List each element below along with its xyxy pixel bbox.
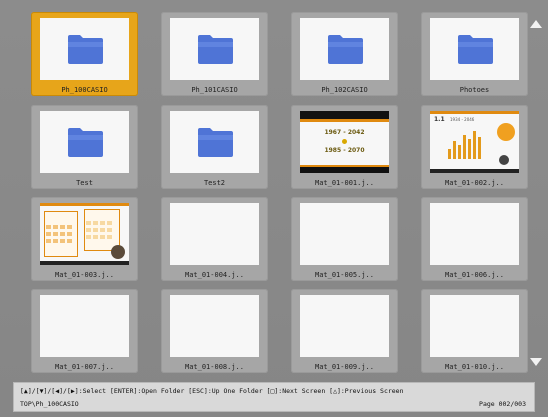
folder-tile[interactable]: Test2 bbox=[161, 105, 268, 189]
slide-graphic bbox=[111, 245, 125, 259]
slide-dot bbox=[342, 139, 347, 144]
thumbnail bbox=[170, 18, 259, 80]
thumbnail bbox=[170, 203, 259, 265]
slide-text: 1985 - 2070 bbox=[324, 147, 365, 154]
folder-tile[interactable]: Photoes bbox=[421, 12, 528, 96]
tile-label: Photoes bbox=[459, 86, 490, 94]
tile-label: Mat_01-006.j.. bbox=[444, 271, 504, 279]
file-tile[interactable]: Mat_01-004.j.. bbox=[161, 197, 268, 281]
file-tile[interactable]: Mat_01-009.j.. bbox=[291, 289, 398, 373]
scroll-down-icon[interactable] bbox=[530, 358, 542, 366]
file-tile[interactable]: Mat_01-007.j.. bbox=[31, 289, 138, 373]
thumbnail bbox=[40, 18, 129, 80]
folder-tile[interactable]: Ph_100CASIO bbox=[31, 12, 138, 96]
tile-label: Mat_01-005.j.. bbox=[314, 271, 374, 279]
thumbnail bbox=[430, 295, 519, 357]
slide-graphic bbox=[497, 123, 515, 141]
key-help-text: [▲]/[▼]/[◀]/[▶]:Select [ENTER]:Open Fold… bbox=[20, 387, 404, 395]
page-indicator: Page 002/003 bbox=[479, 400, 526, 408]
folder-icon bbox=[197, 34, 234, 65]
tile-label: Test bbox=[76, 179, 93, 187]
tile-label: Ph_101CASIO bbox=[191, 86, 238, 94]
folder-tile[interactable]: Ph_101CASIO bbox=[161, 12, 268, 96]
tile-label: Mat_01-007.j.. bbox=[54, 363, 114, 371]
tile-label: Mat_01-009.j.. bbox=[314, 363, 374, 371]
folder-icon bbox=[67, 127, 104, 158]
current-path: TOP\Ph_100CASIO bbox=[20, 400, 79, 408]
thumbnail: 1967 - 2042 1985 - 2070 bbox=[300, 111, 389, 173]
tile-label: Mat_01-002.j.. bbox=[444, 179, 504, 187]
folder-icon bbox=[67, 34, 104, 65]
tile-label: Ph_100CASIO bbox=[61, 86, 108, 94]
thumbnail bbox=[170, 295, 259, 357]
folder-tile[interactable]: Ph_102CASIO bbox=[291, 12, 398, 96]
file-tile[interactable]: Mat_01-006.j.. bbox=[421, 197, 528, 281]
thumbnail bbox=[300, 203, 389, 265]
folder-tile[interactable]: Test bbox=[31, 105, 138, 189]
thumbnail bbox=[300, 295, 389, 357]
tile-label: Ph_102CASIO bbox=[321, 86, 368, 94]
tile-label: Mat_01-008.j.. bbox=[184, 363, 244, 371]
file-browser-screen: Ph_100CASIO Ph_101CASIO Ph_102CASIO Photoes… bbox=[0, 0, 548, 417]
file-tile[interactable]: 1.1 1934 - 2046 Mat_01-002.j.. bbox=[421, 105, 528, 189]
scroll-up-icon[interactable] bbox=[530, 20, 542, 28]
file-tile[interactable]: Mat_01-003.j.. bbox=[31, 197, 138, 281]
thumbnail: 1.1 1934 - 2046 bbox=[430, 111, 519, 173]
tile-label: Mat_01-001.j.. bbox=[314, 179, 374, 187]
file-tile[interactable]: Mat_01-010.j.. bbox=[421, 289, 528, 373]
tile-label: Mat_01-010.j.. bbox=[444, 363, 504, 371]
slide-text: 1967 - 2042 bbox=[324, 129, 365, 136]
thumbnail bbox=[430, 203, 519, 265]
file-tile[interactable]: 1967 - 2042 1985 - 2070 Mat_01-001.j.. bbox=[291, 105, 398, 189]
tile-label: Mat_01-004.j.. bbox=[184, 271, 244, 279]
thumbnail bbox=[40, 203, 129, 265]
thumbnail bbox=[430, 18, 519, 80]
tile-label: Test2 bbox=[203, 179, 226, 187]
thumbnail bbox=[300, 18, 389, 80]
thumbnail bbox=[170, 111, 259, 173]
thumbnail-grid: Ph_100CASIO Ph_101CASIO Ph_102CASIO Photoes… bbox=[0, 0, 548, 380]
thumbnail bbox=[40, 295, 129, 357]
folder-icon bbox=[197, 127, 234, 158]
folder-icon bbox=[457, 34, 494, 65]
folder-icon bbox=[327, 34, 364, 65]
thumbnail bbox=[40, 111, 129, 173]
file-tile[interactable]: Mat_01-005.j.. bbox=[291, 197, 398, 281]
slide-graphic bbox=[499, 155, 509, 165]
slide-title: 1.1 bbox=[434, 116, 445, 123]
file-tile[interactable]: Mat_01-008.j.. bbox=[161, 289, 268, 373]
status-bar: [▲]/[▼]/[◀]/[▶]:Select [ENTER]:Open Fold… bbox=[13, 382, 535, 412]
tile-label: Mat_01-003.j.. bbox=[54, 271, 114, 279]
slide-subtitle: 1934 - 2046 bbox=[450, 117, 475, 122]
